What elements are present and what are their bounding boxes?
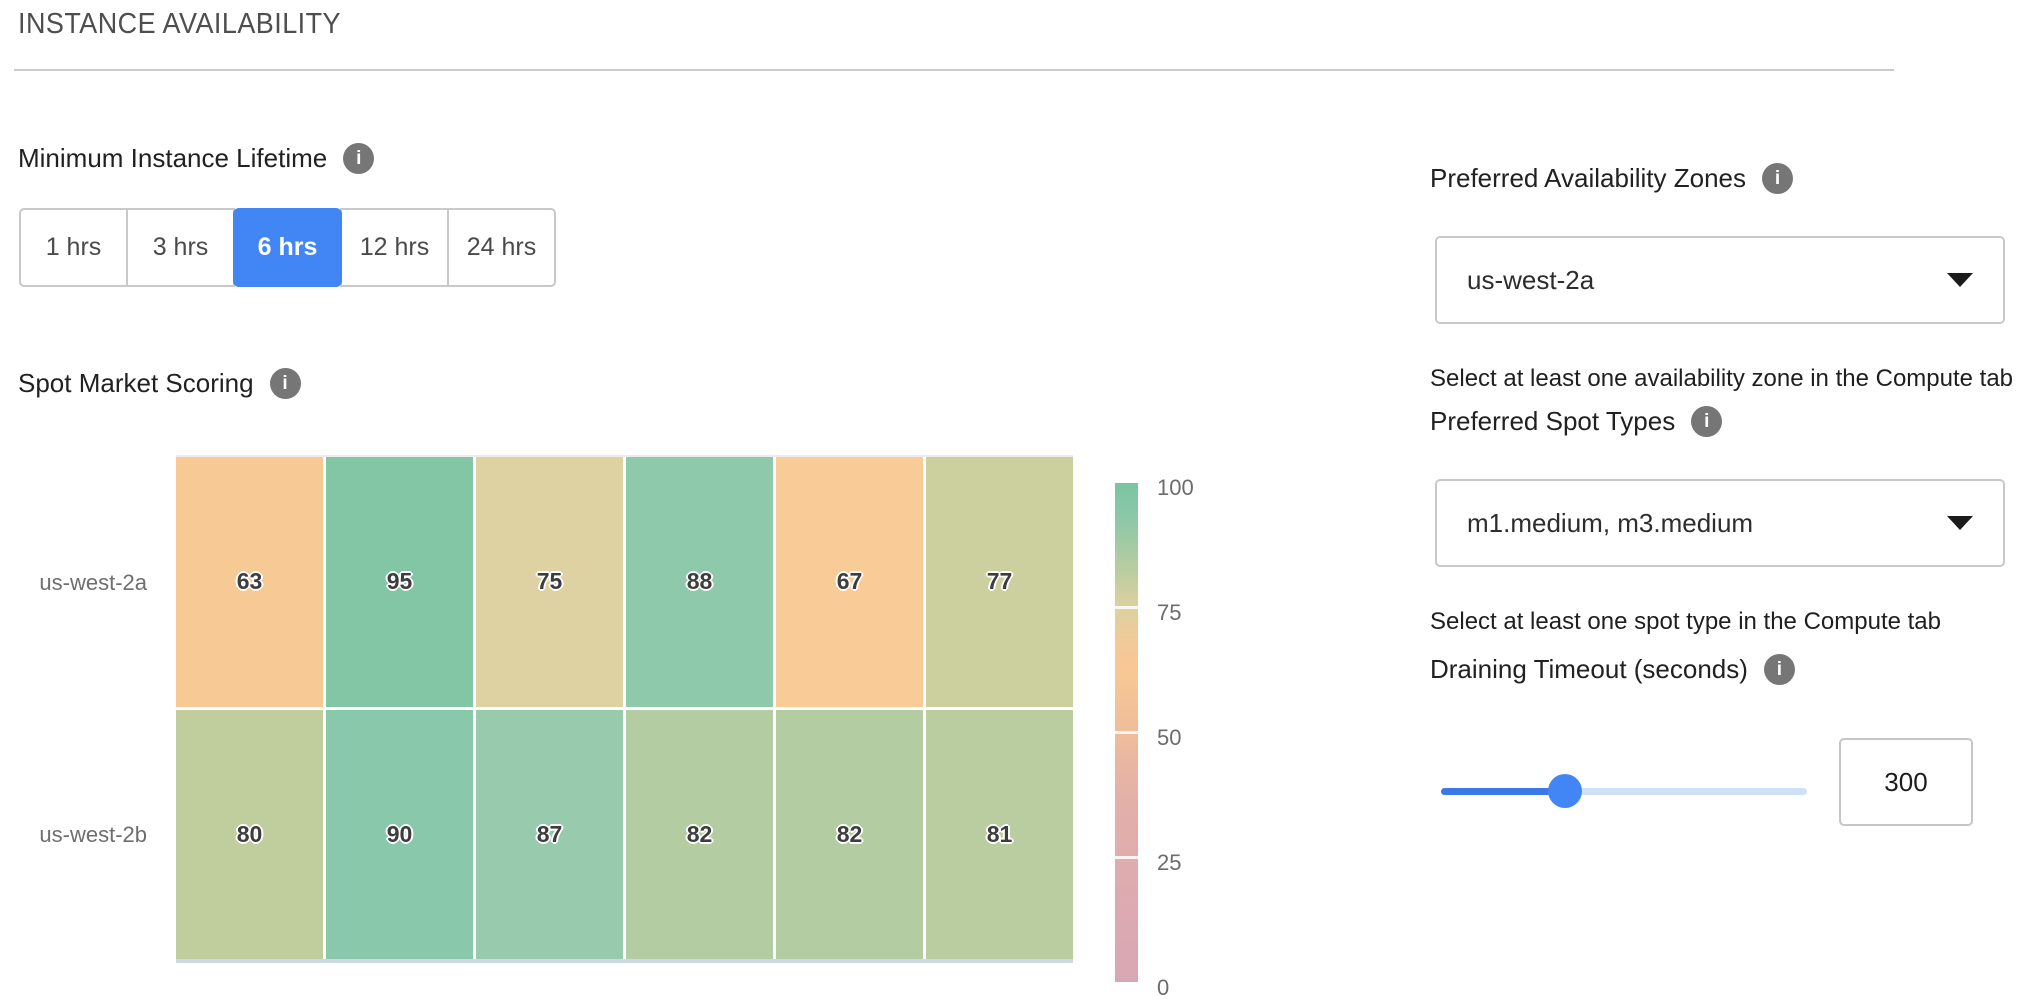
spot-types-dropdown[interactable]: m1.medium, m3.medium [1435, 479, 2005, 567]
heatmap-cell: 75 [476, 457, 623, 707]
info-icon[interactable]: i [1764, 654, 1795, 685]
heatmap-cell: 63 [176, 457, 323, 707]
heatmap-cell: 80 [176, 710, 323, 960]
colorbar-tick-label: 0 [1157, 976, 1169, 999]
page-title: INSTANCE AVAILABILITY [18, 8, 341, 41]
minimum-instance-lifetime-label: Minimum Instance Lifetime i [18, 143, 374, 174]
minimum-instance-lifetime-label-text: Minimum Instance Lifetime [18, 143, 327, 174]
section-divider [14, 69, 1894, 71]
spot-types-helper-text: Select at least one spot type in the Com… [1430, 608, 1941, 636]
spot-market-scoring-label: Spot Market Scoring i [18, 368, 301, 399]
colorbar-tick-label: 25 [1157, 851, 1181, 874]
colorbar-tick [1115, 606, 1138, 609]
heatmap-cell: 95 [326, 457, 473, 707]
colorbar-tick-label: 100 [1157, 476, 1194, 499]
preferred-spot-types-label: Preferred Spot Types i [1430, 406, 1722, 437]
heatmap-cell: 87 [476, 710, 623, 960]
heatmap-row-label: us-west-2a [0, 570, 147, 596]
slider-fill [1441, 788, 1565, 795]
heatmap-cell: 82 [626, 710, 773, 960]
heatmap-bottom-border [176, 959, 1073, 963]
lifetime-option-button[interactable]: 3 hrs [126, 208, 235, 287]
heatmap-cell: 88 [626, 457, 773, 707]
info-icon[interactable]: i [343, 143, 374, 174]
colorbar-tick-label: 75 [1157, 601, 1181, 624]
chevron-down-icon [1947, 273, 1973, 287]
draining-timeout-slider[interactable] [1441, 770, 1807, 812]
availability-zones-dropdown[interactable]: us-west-2a [1435, 236, 2005, 324]
colorbar-tick [1115, 731, 1138, 734]
heatmap-row-label: us-west-2b [0, 822, 147, 848]
info-icon[interactable]: i [1691, 406, 1722, 437]
heatmap: 639575886777809087828281 [176, 457, 1073, 959]
chevron-down-icon [1947, 516, 1973, 530]
heatmap-cell: 67 [776, 457, 923, 707]
spot-market-scoring-label-text: Spot Market Scoring [18, 368, 254, 399]
slider-thumb[interactable] [1548, 774, 1582, 808]
colorbar-tick-label: 50 [1157, 726, 1181, 749]
draining-timeout-label: Draining Timeout (seconds) i [1430, 654, 1795, 685]
lifetime-option-button[interactable]: 24 hrs [447, 208, 556, 287]
heatmap-cell: 90 [326, 710, 473, 960]
colorbar-tick [1115, 856, 1138, 859]
info-icon[interactable]: i [270, 368, 301, 399]
preferred-availability-zones-label: Preferred Availability Zones i [1430, 163, 1793, 194]
availability-zones-dropdown-value: us-west-2a [1467, 265, 1947, 296]
availability-zones-helper-text: Select at least one availability zone in… [1430, 365, 2013, 393]
lifetime-button-group: 1 hrs3 hrs6 hrs12 hrs24 hrs [19, 208, 556, 287]
lifetime-option-button[interactable]: 1 hrs [19, 208, 128, 287]
lifetime-option-button[interactable]: 6 hrs [233, 208, 342, 287]
draining-timeout-input[interactable] [1839, 738, 1973, 826]
heatmap-cell: 77 [926, 457, 1073, 707]
colorbar [1115, 483, 1138, 982]
heatmap-cell: 81 [926, 710, 1073, 960]
spot-types-dropdown-value: m1.medium, m3.medium [1467, 508, 1947, 539]
info-icon[interactable]: i [1762, 163, 1793, 194]
preferred-spot-types-label-text: Preferred Spot Types [1430, 406, 1675, 437]
draining-timeout-label-text: Draining Timeout (seconds) [1430, 654, 1748, 685]
preferred-availability-zones-label-text: Preferred Availability Zones [1430, 163, 1746, 194]
lifetime-option-button[interactable]: 12 hrs [340, 208, 449, 287]
heatmap-cell: 82 [776, 710, 923, 960]
